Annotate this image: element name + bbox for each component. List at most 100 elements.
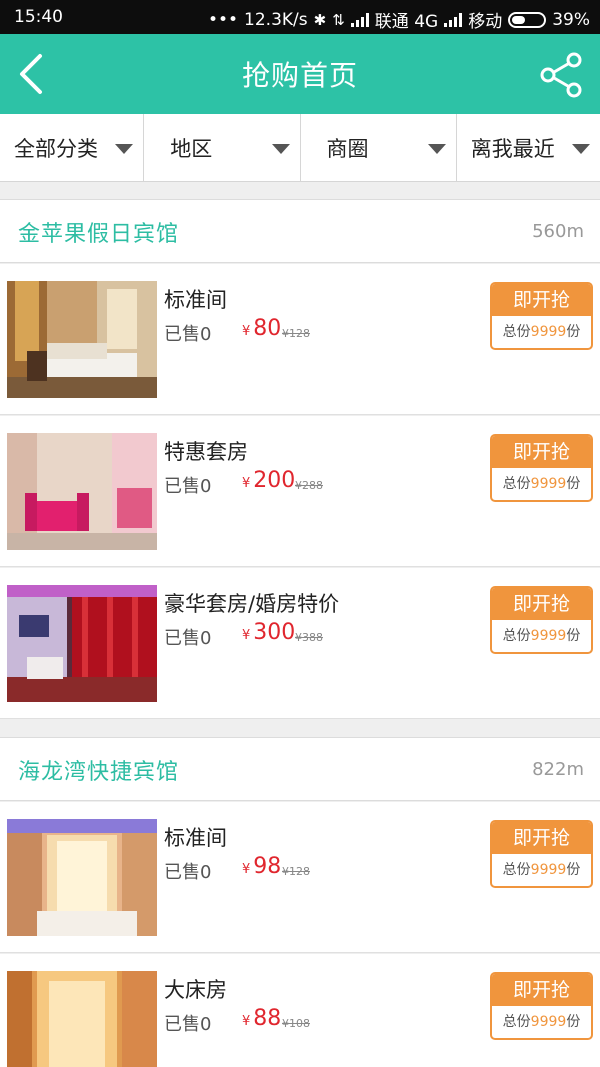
triangle-down-icon [115,144,134,154]
status-time: 15:40 [14,7,63,27]
triangle-down-icon [271,144,290,154]
filter-label: 商圈 [326,136,369,161]
original-price: ¥288 [295,479,323,492]
app-header: 抢购首页 [0,34,600,114]
hotel-header[interactable]: 海龙湾快捷宾馆 822m [0,737,600,801]
price-value: 88 [253,1006,282,1031]
status-right: ••• 12.3K/s ✱ ⇅ 联通 4G 移动 39% [207,7,590,33]
grab-button-label: 即开抢 [492,822,591,854]
total-quantity: 总份9999份 [492,620,591,652]
sold-count: 已售0 [164,324,212,345]
room-name: 豪华套房/婚房特价 [164,592,340,616]
sale-price: ¥200 [242,468,295,493]
qty-prefix: 总份 [502,476,531,492]
grab-button[interactable]: 即开抢 总份9999份 [490,586,593,654]
qty-prefix: 总份 [502,324,531,340]
filter-distance[interactable]: 离我最近 [457,114,600,181]
signal-icon [444,12,463,27]
carrier-2: 移动 [468,12,503,32]
grab-button-label: 即开抢 [492,974,591,1006]
currency-symbol: ¥ [242,1014,251,1029]
total-quantity: 总份9999份 [492,854,591,886]
filter-region[interactable]: 地区 [144,114,301,181]
qty-prefix: 总份 [502,1014,531,1030]
room-item[interactable]: 豪华套房/婚房特价 已售0 ¥300 ¥388 即开抢 总份9999份 [0,568,600,719]
room-name: 特惠套房 [164,440,248,464]
grab-button[interactable]: 即开抢 总份9999份 [490,820,593,888]
grab-button-label: 即开抢 [492,436,591,468]
data-arrows-icon: ⇅ [332,10,345,29]
qty-suffix: 份 [566,862,581,878]
currency-symbol: ¥ [242,628,251,643]
room-photo [7,433,157,550]
room-photo [7,585,157,702]
total-quantity: 总份9999份 [492,1006,591,1038]
hotel-name: 海龙湾快捷宾馆 [18,760,180,785]
qty-number: 9999 [530,628,567,644]
qty-prefix: 总份 [502,862,531,878]
sold-count: 已售0 [164,476,212,497]
currency-symbol: ¥ [242,476,251,491]
bluetooth-icon: ✱ [313,10,327,29]
battery-icon [508,11,547,28]
original-price: ¥128 [282,327,310,340]
qty-suffix: 份 [566,476,581,492]
room-photo [7,971,157,1067]
room-item[interactable]: 标准间 已售0 ¥80 ¥128 即开抢 总份9999份 [0,264,600,415]
room-item[interactable]: 标准间 已售0 ¥98 ¥128 即开抢 总份9999份 [0,802,600,953]
filter-category[interactable]: 全部分类 [0,114,145,181]
sold-count: 已售0 [164,628,212,649]
sale-price: ¥300 [242,620,295,645]
total-quantity: 总份9999份 [492,468,591,500]
qty-number: 9999 [530,862,567,878]
room-name: 标准间 [164,288,227,312]
battery-percent: 39% [552,9,590,30]
page-title: 抢购首页 [241,59,358,92]
original-price: ¥128 [282,865,310,878]
qty-number: 9999 [530,324,567,340]
grab-button[interactable]: 即开抢 总份9999份 [490,282,593,350]
grab-button[interactable]: 即开抢 总份9999份 [490,434,593,502]
sold-count: 已售0 [164,1014,212,1035]
total-quantity: 总份9999份 [492,316,591,348]
filter-label: 全部分类 [14,136,98,161]
carrier-1: 联通 4G [374,12,439,32]
room-item[interactable]: 特惠套房 已售0 ¥200 ¥288 即开抢 总份9999份 [0,416,600,567]
triangle-down-icon [427,144,446,154]
hotel-distance: 822m [532,759,584,780]
network-speed: 12.3K/s [244,9,308,30]
grab-button[interactable]: 即开抢 总份9999份 [490,972,593,1040]
hotel-name: 金苹果假日宾馆 [18,222,180,247]
share-icon[interactable] [538,52,584,98]
room-photo [7,819,157,936]
notification-dots: ••• [207,9,239,30]
signal-icon [350,12,369,27]
currency-symbol: ¥ [242,862,251,877]
room-photo [7,281,157,398]
filter-business-district[interactable]: 商圈 [301,114,457,181]
qty-suffix: 份 [566,628,581,644]
original-price: ¥388 [295,631,323,644]
original-price: ¥108 [282,1017,310,1030]
sale-price: ¥98 [242,854,281,879]
filter-label: 地区 [170,136,213,161]
hotel-distance: 560m [532,221,584,242]
status-bar: 15:40 ••• 12.3K/s ✱ ⇅ 联通 4G 移动 39% [0,0,600,34]
price-value: 98 [253,854,282,879]
filter-label: 离我最近 [470,136,555,161]
qty-suffix: 份 [566,1014,581,1030]
qty-prefix: 总份 [502,628,531,644]
sale-price: ¥80 [242,316,281,341]
filter-bar: 全部分类 地区 商圈 离我最近 [0,114,600,182]
sale-price: ¥88 [242,1006,281,1031]
grab-button-label: 即开抢 [492,284,591,316]
hotel-header[interactable]: 金苹果假日宾馆 560m [0,199,600,263]
grab-button-label: 即开抢 [492,588,591,620]
qty-suffix: 份 [566,324,581,340]
room-name: 标准间 [164,826,227,850]
room-item[interactable]: 大床房 已售0 ¥88 ¥108 即开抢 总份9999份 [0,954,600,1067]
price-value: 200 [253,468,296,493]
price-value: 80 [253,316,282,341]
currency-symbol: ¥ [242,324,251,339]
qty-number: 9999 [530,1014,567,1030]
